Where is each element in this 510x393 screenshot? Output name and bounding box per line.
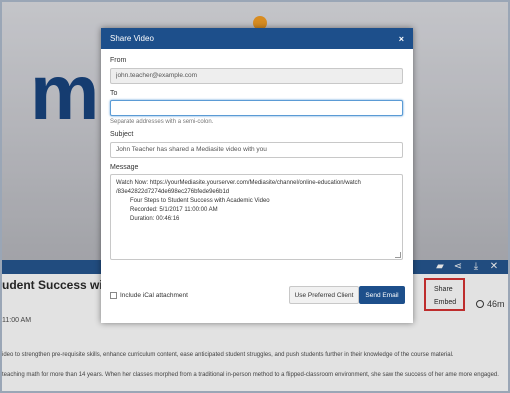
to-hint: Separate addresses with a semi-colon. — [110, 119, 214, 125]
dialog-footer: Include iCal attachment Use Preferred Cl… — [110, 286, 405, 304]
to-label: To — [110, 89, 118, 97]
subject-label: Subject — [110, 131, 134, 138]
message-line: Recorded: 5/1/2017 11:00:00 AM — [130, 206, 218, 213]
ical-checkbox[interactable] — [110, 291, 117, 299]
message-line: Duration: 00:46:16 — [130, 215, 180, 222]
use-preferred-client-button[interactable]: Use Preferred Client — [289, 286, 359, 304]
subject-field[interactable] — [110, 141, 403, 158]
close-icon[interactable]: × — [399, 34, 404, 44]
message-line: Four Steps to Student Success with Acade… — [130, 197, 270, 204]
dialog-body: From To Separate addresses with a semi-c… — [101, 49, 413, 260]
to-field[interactable] — [110, 100, 403, 116]
share-video-dialog: Share Video × From To Separate addresses… — [101, 28, 413, 323]
message-line: Watch Now: https://yourMediasite.yourser… — [116, 179, 361, 186]
message-line: /83e42822d7274de698ec276bfede9e6b1d — [116, 188, 230, 195]
dialog-title: Share Video — [110, 34, 154, 43]
app-frame: m ▰ ⋖ ⤓ ✕ udent Success with Ac 11:00 AM… — [0, 0, 510, 393]
message-label: Message — [110, 163, 139, 171]
dialog-header: Share Video × — [101, 28, 413, 49]
from-field — [110, 67, 403, 84]
send-email-button[interactable]: Send Email — [359, 286, 405, 304]
from-label: From — [110, 57, 127, 64]
ical-checkbox-label[interactable]: Include iCal attachment — [120, 292, 188, 299]
resize-grip-icon[interactable] — [395, 251, 401, 258]
message-field[interactable]: Watch Now: https://yourMediasite.yourser… — [110, 173, 403, 260]
